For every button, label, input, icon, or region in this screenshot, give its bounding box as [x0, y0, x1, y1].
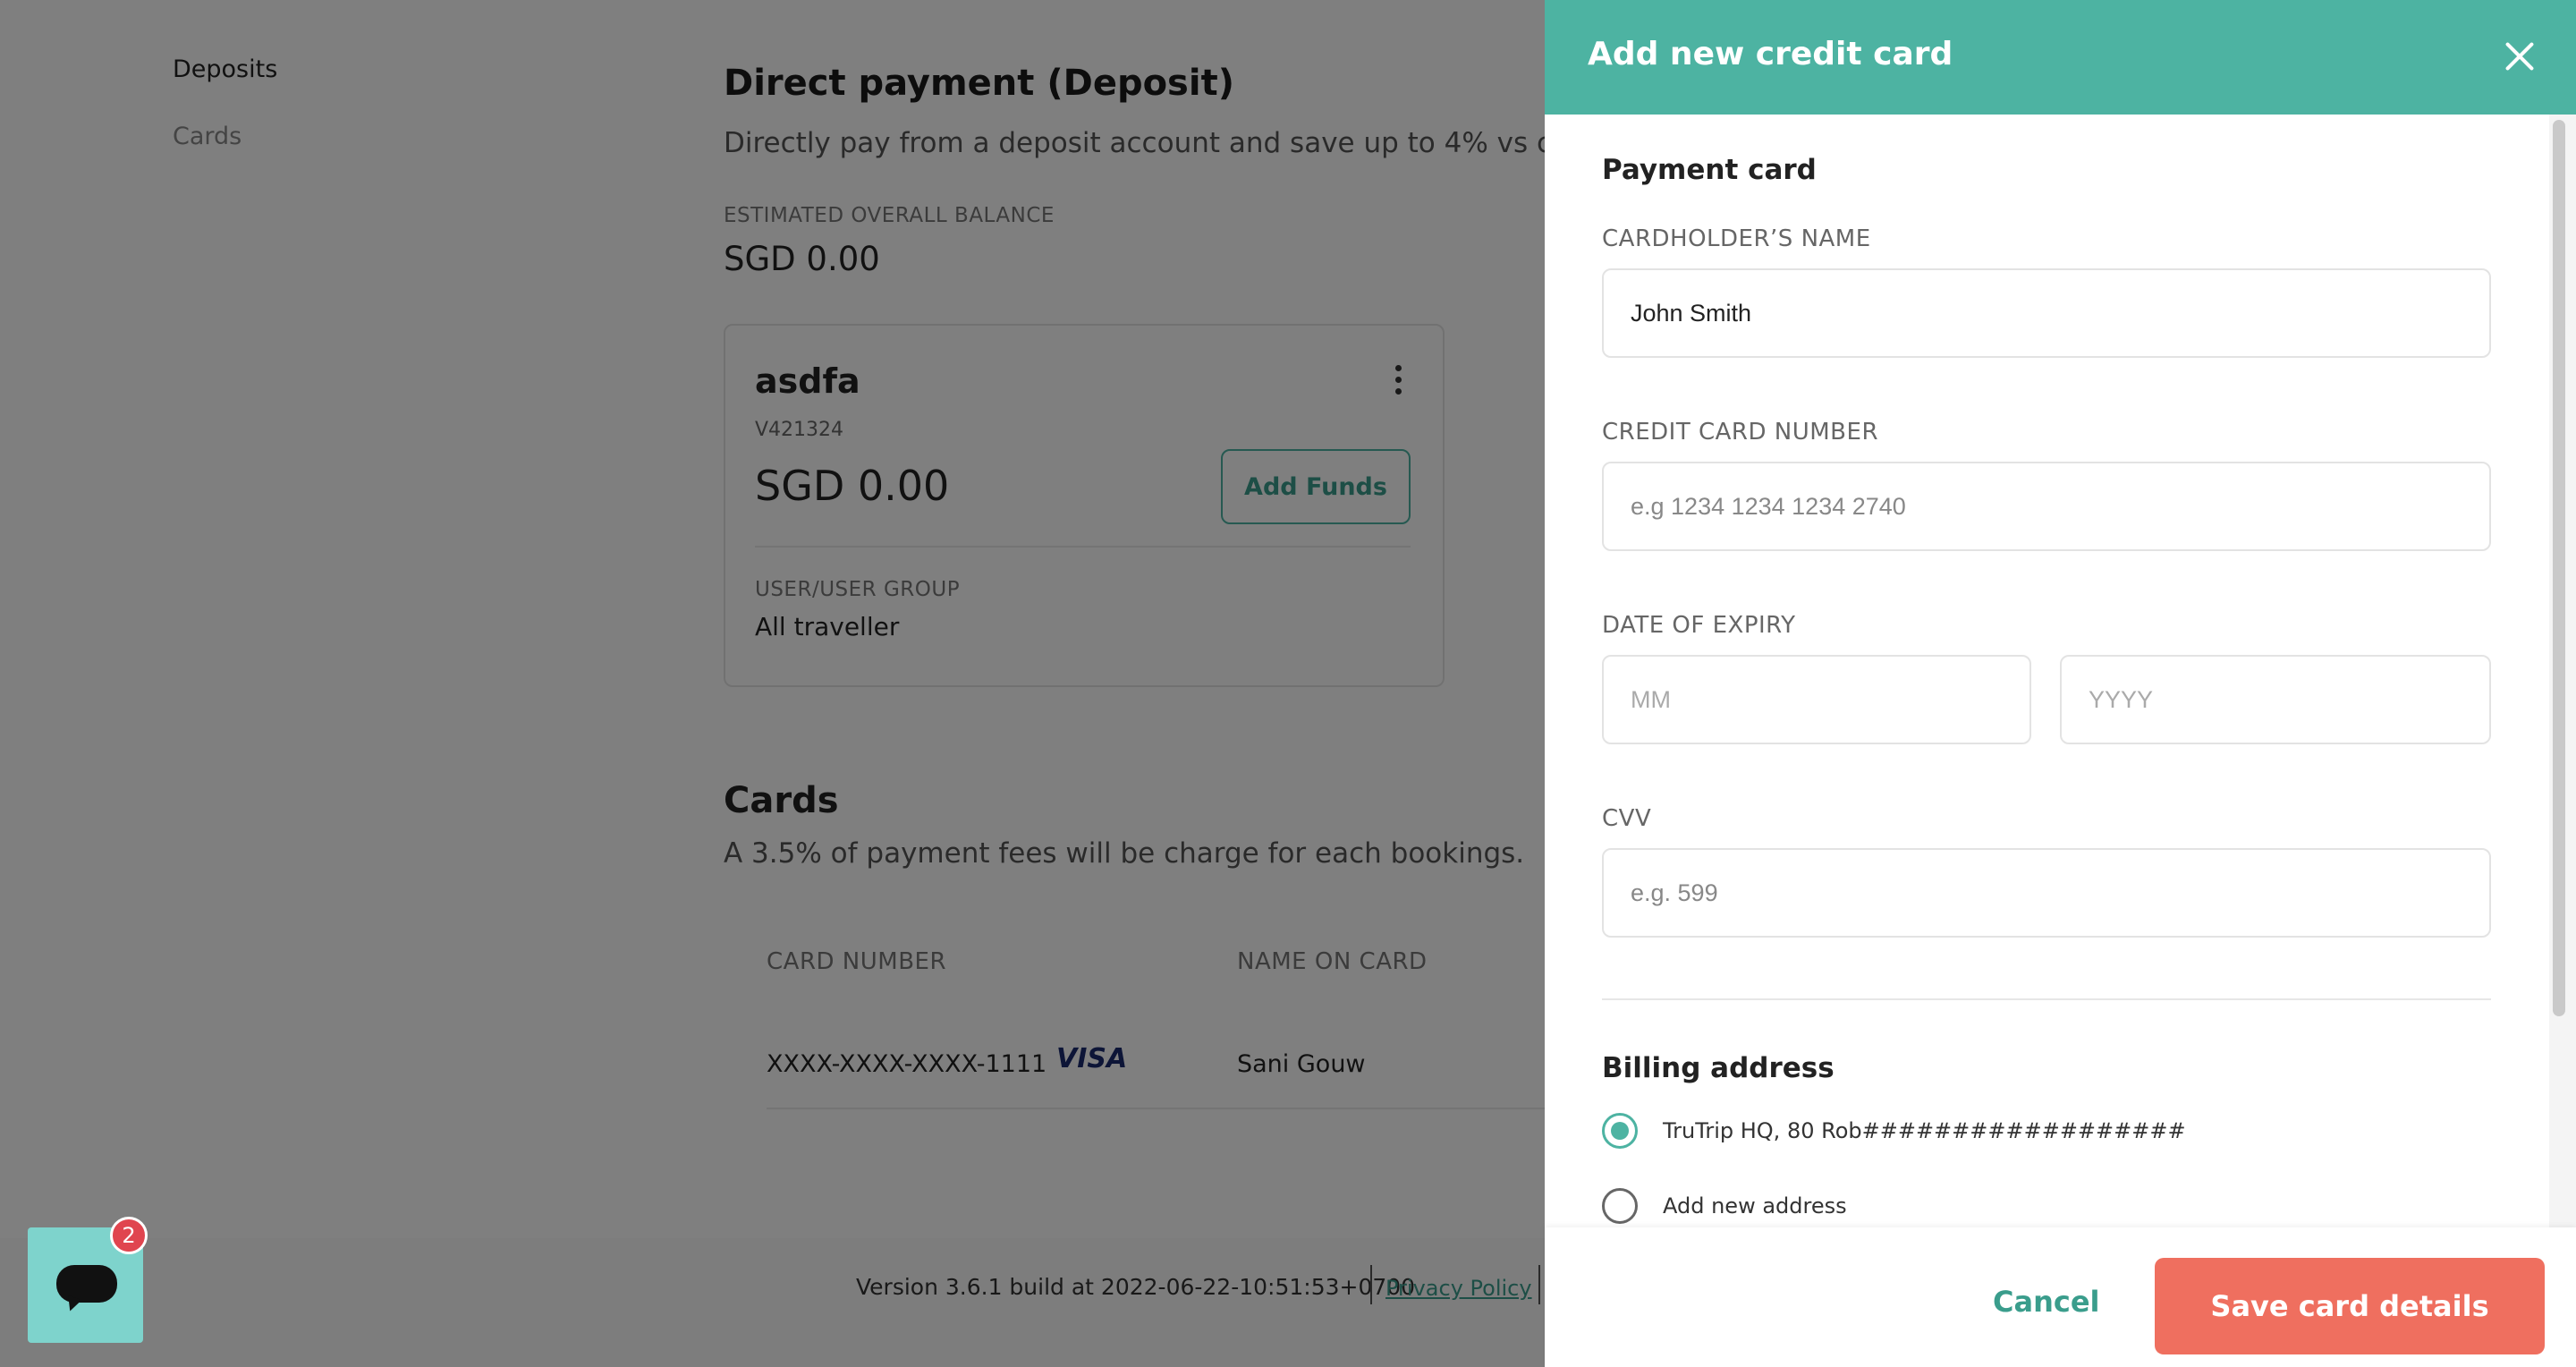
chat-bubble-icon [56, 1265, 117, 1303]
card-number-label: CREDIT CARD NUMBER [1602, 419, 1879, 446]
payment-card-heading: Payment card [1602, 154, 1817, 186]
address-option-label: TruTrip HQ, 80 Rob################## [1663, 1118, 2186, 1143]
cvv-input[interactable]: e.g. 599 [1602, 848, 2491, 938]
add-card-drawer: Add new credit card Payment card CARDHOL… [1545, 0, 2576, 1367]
drawer-title: Add new credit card [1588, 36, 1953, 72]
chat-button[interactable]: 2 [28, 1217, 148, 1343]
card-number-input[interactable]: e.g 1234 1234 1234 2740 [1602, 462, 2491, 551]
drawer-header: Add new credit card [1545, 0, 2576, 115]
drawer-scrollbar-thumb[interactable] [2553, 120, 2565, 1016]
notification-badge: 2 [110, 1217, 148, 1254]
cancel-button[interactable]: Cancel [1993, 1285, 2100, 1319]
form-divider [1602, 998, 2491, 1000]
cardholder-name-input[interactable]: John Smith [1602, 268, 2491, 358]
cardholder-name-label: CARDHOLDER’S NAME [1602, 225, 1871, 252]
close-icon[interactable] [2499, 36, 2540, 77]
cvv-label: CVV [1602, 805, 1652, 832]
expiry-month-input[interactable]: MM [1602, 655, 2031, 744]
address-option-new[interactable]: Add new address [1602, 1188, 1847, 1224]
save-card-details-button[interactable]: Save card details [2155, 1258, 2545, 1354]
expiry-label: DATE OF EXPIRY [1602, 612, 1796, 639]
radio-checked-icon[interactable] [1602, 1113, 1638, 1149]
billing-address-heading: Billing address [1602, 1052, 1835, 1084]
radio-unchecked-icon[interactable] [1602, 1188, 1638, 1224]
address-option-label: Add new address [1663, 1193, 1847, 1218]
expiry-year-input[interactable]: YYYY [2060, 655, 2491, 744]
address-option-hq[interactable]: TruTrip HQ, 80 Rob################## [1602, 1113, 2186, 1149]
